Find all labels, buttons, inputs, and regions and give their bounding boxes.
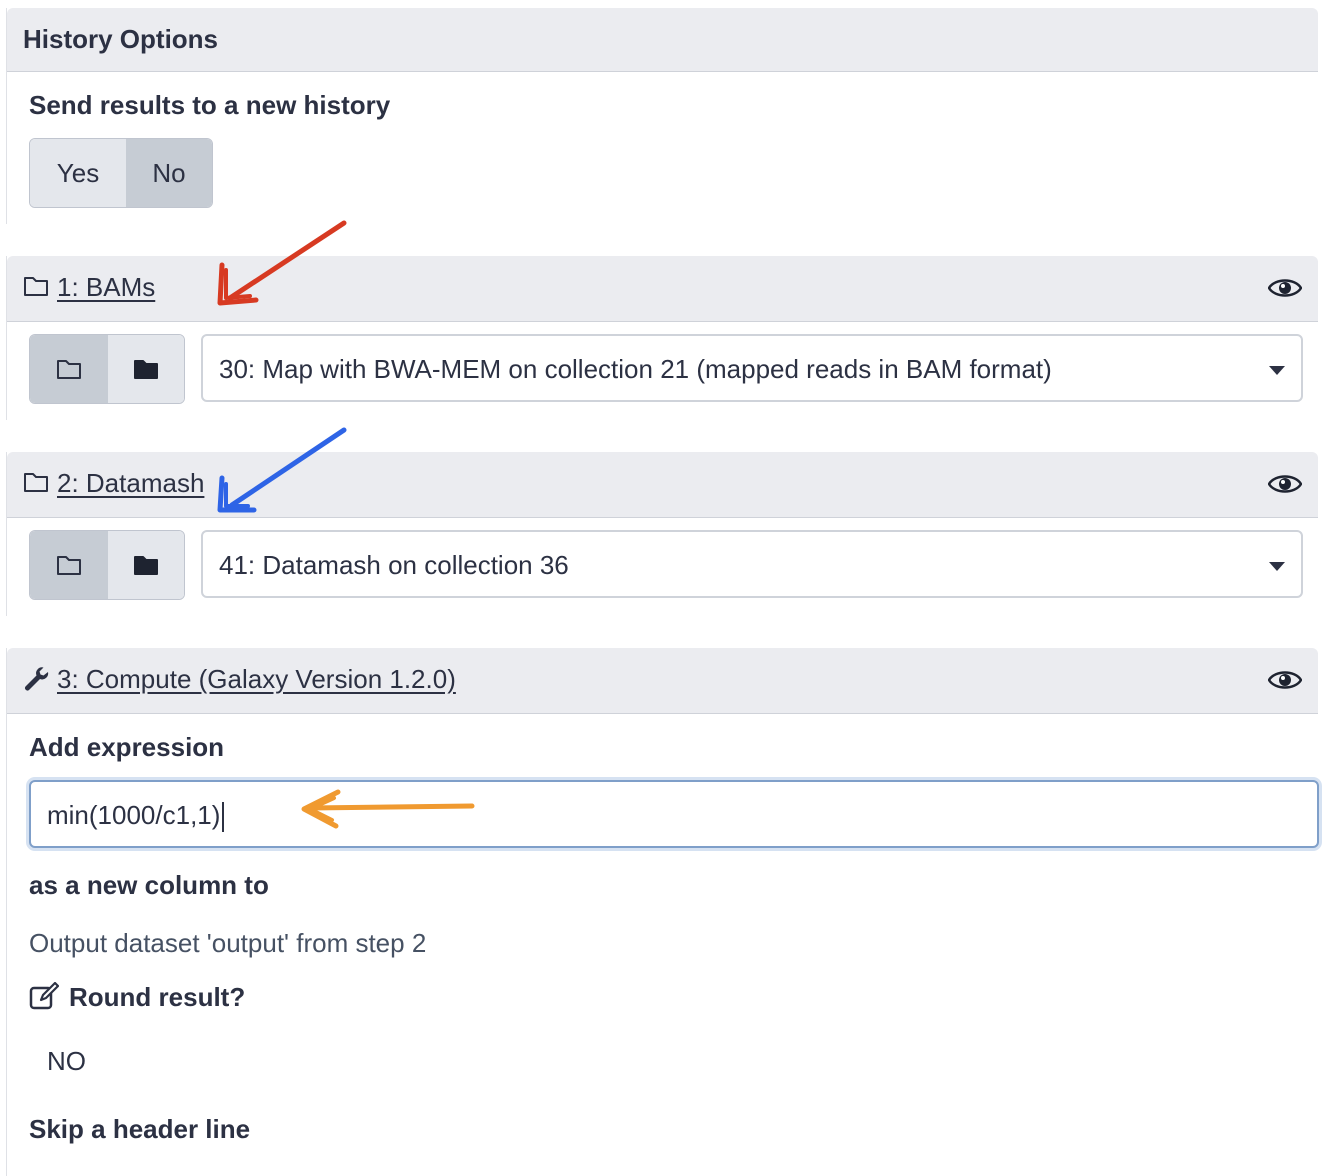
round-result-value: NO <box>47 1046 86 1076</box>
expression-text: min(1000/c1,1) <box>47 800 221 830</box>
history-options-title: History Options <box>23 24 219 54</box>
history-options-header: History Options <box>7 8 1318 72</box>
step-1-header: 1: BAMs <box>7 256 1318 322</box>
single-dataset-button[interactable] <box>30 335 108 403</box>
expression-value: min(1000/c1,1) <box>47 800 225 833</box>
collection-button[interactable] <box>108 531 184 599</box>
folder-outline-icon <box>23 274 49 303</box>
history-options-card: History Options Send results to a new hi… <box>6 8 1318 224</box>
add-expression-label: Add expression <box>29 732 225 762</box>
new-column-value: Output dataset 'output' from step 2 <box>29 928 427 958</box>
collection-button[interactable] <box>108 335 184 403</box>
text-cursor <box>222 802 225 833</box>
step-3-title-link[interactable]: 3: Compute (Galaxy Version 1.2.0) <box>57 664 456 695</box>
step-2-selected-value: 41: Datamash on collection 36 <box>219 550 569 580</box>
step-2-header: 2: Datamash <box>7 452 1318 518</box>
step-3-header: 3: Compute (Galaxy Version 1.2.0) <box>7 648 1318 714</box>
new-column-label: as a new column to <box>29 870 269 900</box>
folder-solid-icon <box>134 360 158 379</box>
chevron-down-icon <box>1269 366 1285 375</box>
eye-icon[interactable] <box>1267 276 1303 305</box>
step-1-selected-value: 30: Map with BWA-MEM on collection 21 (m… <box>219 354 1052 384</box>
folder-solid-icon <box>134 556 158 575</box>
eye-icon[interactable] <box>1267 472 1303 501</box>
step-3-card: 3: Compute (Galaxy Version 1.2.0) Add ex… <box>6 648 1319 1176</box>
single-dataset-button[interactable] <box>30 531 108 599</box>
skip-header-label: Skip a header line <box>29 1114 251 1144</box>
chevron-down-icon <box>1269 562 1285 571</box>
step-2-title-link[interactable]: 2: Datamash <box>57 468 204 499</box>
step-2-dataset-select[interactable]: 41: Datamash on collection 36 <box>201 530 1303 598</box>
folder-outline-icon <box>57 556 81 575</box>
expression-input[interactable]: min(1000/c1,1) <box>29 780 1319 848</box>
edit-icon <box>29 981 60 1015</box>
no-button[interactable]: No <box>126 139 212 207</box>
send-results-label: Send results to a new history <box>29 90 391 120</box>
send-results-toggle: Yes No <box>29 138 213 208</box>
step-1-input-type-toggle <box>29 334 185 404</box>
step-1-dataset-select[interactable]: 30: Map with BWA-MEM on collection 21 (m… <box>201 334 1303 402</box>
yes-button[interactable]: Yes <box>30 139 126 207</box>
step-1-card: 1: BAMs 30: Map with BWA-MEM on collecti… <box>6 256 1318 420</box>
folder-outline-icon <box>23 470 49 499</box>
wrench-icon <box>23 666 51 699</box>
folder-outline-icon <box>57 360 81 379</box>
round-result-label: Round result? <box>69 982 246 1012</box>
step-2-input-type-toggle <box>29 530 185 600</box>
step-1-title-link[interactable]: 1: BAMs <box>57 272 155 303</box>
step-2-card: 2: Datamash 41: Datamash on collection 3… <box>6 452 1318 616</box>
eye-icon[interactable] <box>1267 668 1303 697</box>
